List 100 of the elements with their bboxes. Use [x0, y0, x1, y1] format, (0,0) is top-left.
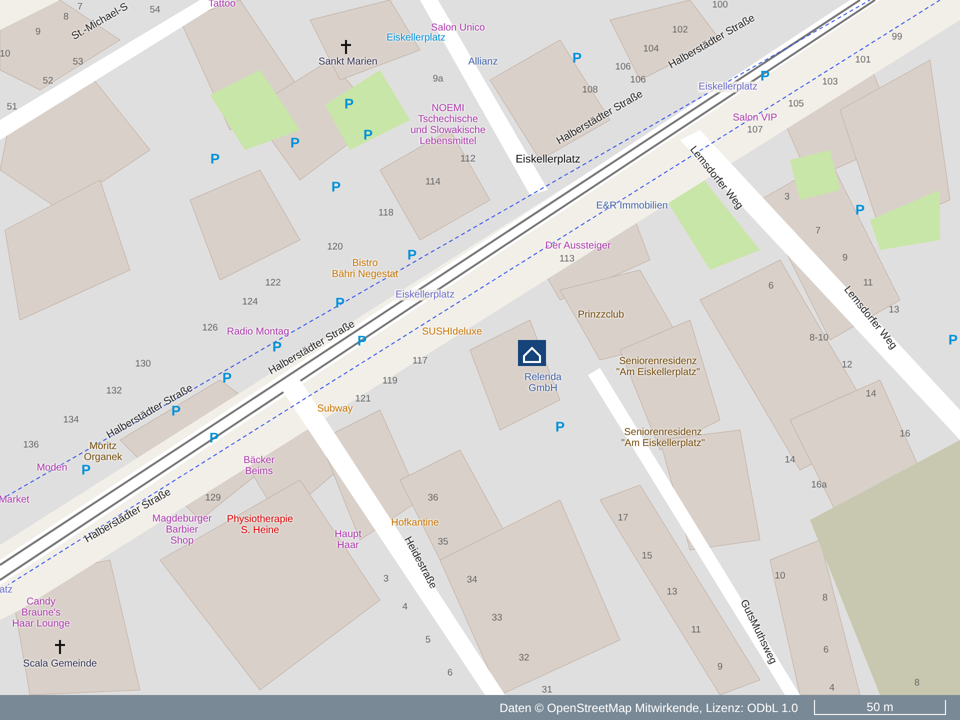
- house-number: 106: [615, 62, 631, 72]
- house-number: 11: [691, 624, 701, 636]
- house-number: 54: [150, 4, 160, 16]
- place-label: Subway: [317, 404, 353, 414]
- house-number: 105: [788, 98, 804, 110]
- parking-sign: P: [407, 250, 417, 260]
- house-number: 134: [63, 414, 79, 426]
- place-label: Salon Unico: [431, 22, 485, 34]
- house-number: 6: [447, 668, 453, 678]
- house-number: 124: [242, 296, 258, 308]
- house-number: 112: [460, 154, 476, 164]
- house-number: 106: [630, 74, 646, 86]
- parking-sign: P: [81, 464, 91, 476]
- place-label: Allianz: [468, 56, 498, 68]
- house-number: 16a: [811, 480, 827, 490]
- house-number: 122: [265, 278, 281, 288]
- house-number: 104: [643, 44, 659, 54]
- parking-sign: P: [344, 98, 354, 110]
- tram-stop-label: Eiskellerplatz: [394, 290, 456, 300]
- place-name-label: Eiskellerplatz: [516, 154, 580, 166]
- contributors-link[interactable]: OpenStreetMap Mitwirkende: [546, 700, 700, 714]
- scale-bar: 50 m: [814, 700, 946, 715]
- house-number: 117: [412, 356, 428, 366]
- parking-sign: P: [760, 70, 770, 82]
- parking-sign: P: [363, 130, 373, 140]
- place-label: NOEMI Tschechische und Slowakische Lebensmittel: [410, 103, 486, 147]
- attribution-text: Daten © OpenStreetMap Mitwirkende, Lizenz: ODbL 1.0: [499, 700, 798, 714]
- parking-sign: P: [210, 154, 220, 164]
- place-label: Moritz Organek: [84, 441, 122, 463]
- house-number: 33: [492, 612, 502, 624]
- parking-sign: P: [335, 298, 345, 308]
- house-number: 51: [6, 102, 18, 112]
- license-link[interactable]: ODbL 1.0: [747, 700, 798, 714]
- house-number: 9a: [432, 74, 444, 84]
- place-label: E&R Immobilien: [596, 200, 668, 212]
- parking-sign: P: [357, 336, 367, 346]
- tram-stop-label: Eiskellerplatz: [698, 82, 758, 92]
- house-number: 100: [712, 0, 728, 10]
- house-number: 118: [378, 208, 394, 218]
- place-label: Candy Braune's Haar Lounge: [12, 596, 70, 630]
- house-number: 36: [428, 492, 438, 504]
- house-number: 15: [642, 550, 652, 562]
- house-number: 8: [914, 678, 920, 688]
- house-number: 13: [666, 586, 678, 598]
- house-number: 6: [823, 644, 829, 656]
- house-number: 4: [402, 602, 408, 612]
- house-number: 8: [63, 12, 69, 22]
- house-number: 7: [815, 226, 821, 236]
- house-number: 32: [518, 652, 530, 664]
- house-number: 3: [784, 192, 790, 202]
- place-label: Scala Gemeinde: [23, 658, 97, 670]
- place-label: Physiotherapie S. Heine: [226, 514, 294, 536]
- place-label: Relenda GmbH: [524, 372, 562, 394]
- house-number: 52: [42, 76, 54, 86]
- parking-sign: P: [948, 334, 958, 346]
- parking-sign: P: [209, 432, 219, 444]
- house-number: 3: [383, 574, 389, 584]
- parking-sign: P: [171, 406, 181, 416]
- house-number: 130: [135, 358, 151, 370]
- place-label: Salon VIP: [732, 112, 778, 124]
- place-label: Moden: [36, 462, 68, 474]
- house-number: 9: [842, 252, 848, 264]
- place-label: Bäcker Beims: [243, 455, 275, 477]
- house-number: 129: [205, 492, 221, 504]
- house-number: 113: [559, 254, 575, 264]
- house-number: 5: [425, 634, 431, 646]
- house-number: 16: [900, 428, 910, 440]
- house-number: 121: [355, 394, 371, 404]
- house-number: 108: [582, 84, 598, 96]
- house-number: 8: [822, 592, 828, 604]
- place-label: Radio Montag: [226, 326, 290, 338]
- house-number: 132: [106, 386, 122, 396]
- house-number: 4: [829, 682, 835, 694]
- tram-stop-label: atz: [0, 584, 14, 596]
- house-number: 53: [72, 56, 84, 68]
- house-number: 101: [855, 54, 871, 66]
- house-number: 119: [382, 376, 398, 386]
- place-label: Seniorenresidenz "Am Eiskellerplatz": [616, 356, 700, 378]
- parking-sign: P: [290, 138, 300, 148]
- house-number: 9: [35, 26, 41, 38]
- house-number: 6: [768, 280, 774, 292]
- house-number: 10: [0, 48, 10, 60]
- house-number: 102: [672, 24, 688, 36]
- house-number: 35: [438, 536, 448, 548]
- bus-stop-label: Eiskellerplatz: [386, 32, 446, 44]
- parking-sign: P: [222, 372, 232, 384]
- house-number: 8-10: [810, 332, 828, 344]
- parking-sign: P: [555, 422, 565, 432]
- place-label: Magdeburger Barbier Shop: [152, 514, 212, 546]
- place-label: Hofkantine: [391, 518, 439, 528]
- house-number: 103: [822, 76, 838, 88]
- house-number: 9: [717, 662, 723, 672]
- parking-sign: P: [572, 52, 582, 64]
- house-number: 13: [888, 304, 900, 316]
- house-number: 17: [618, 512, 628, 524]
- place-label: Der Aussteiger: [545, 240, 611, 252]
- house-number: 99: [892, 32, 902, 42]
- house-number: 114: [425, 176, 441, 188]
- house-number: 10: [774, 570, 786, 582]
- house-number: 34: [466, 574, 478, 586]
